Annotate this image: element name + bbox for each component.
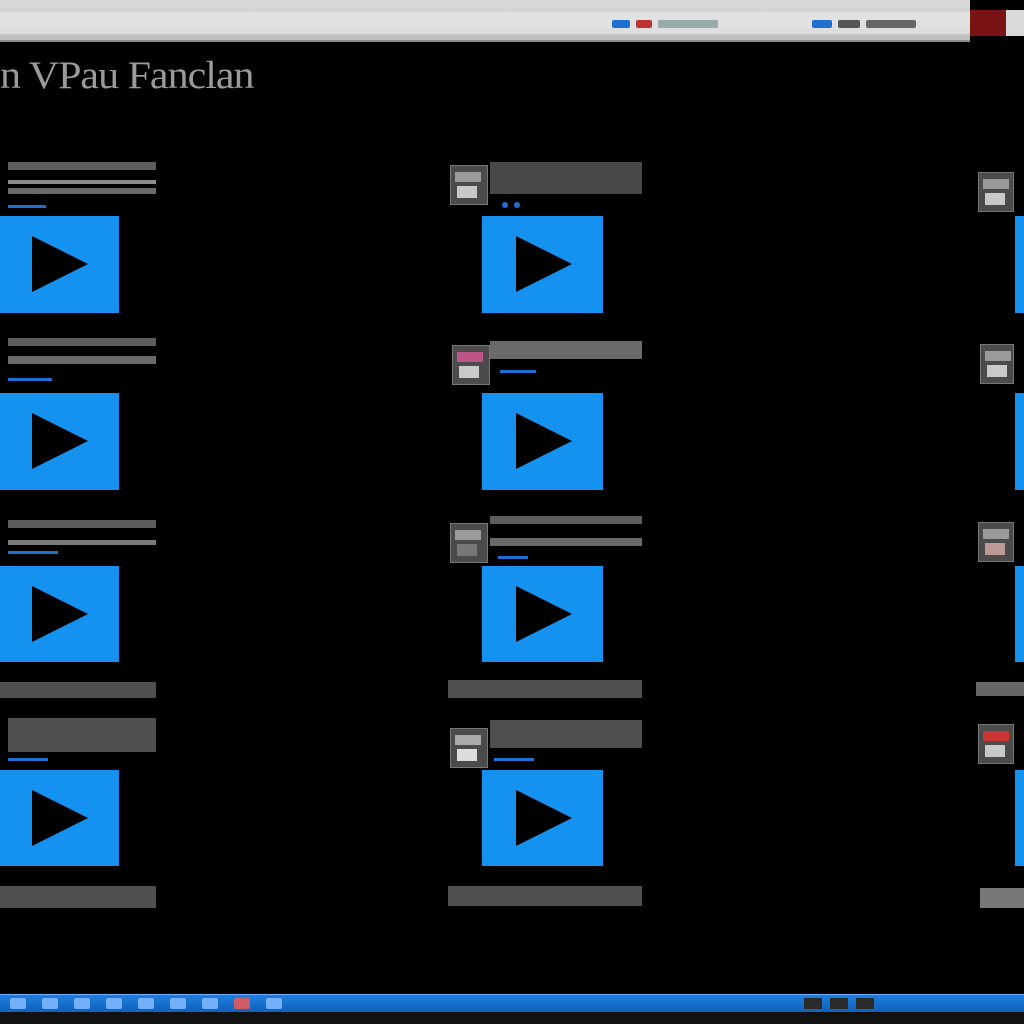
play-button[interactable] [0, 216, 119, 313]
item-title-bar [8, 162, 156, 170]
title-bar-icons [612, 17, 718, 31]
window-icon[interactable] [612, 20, 630, 28]
item-title-bar [8, 520, 156, 528]
clock-icon[interactable] [856, 998, 874, 1009]
status-icons [812, 17, 916, 31]
title-bar [0, 0, 970, 42]
play-button[interactable] [1015, 393, 1024, 490]
play-button[interactable] [0, 770, 119, 866]
volume-icon[interactable] [812, 20, 832, 28]
item-thumbnail[interactable] [450, 165, 488, 205]
close-button[interactable] [970, 10, 1024, 36]
item-progress [8, 378, 52, 381]
item-meta-bar [8, 188, 156, 194]
item-thumbnail[interactable] [450, 728, 488, 768]
item-progress [8, 205, 46, 208]
taskbar-tray [804, 998, 874, 1009]
play-button[interactable] [0, 566, 119, 662]
item-thumbnail[interactable] [980, 344, 1014, 384]
item-progress [500, 370, 536, 373]
play-icon [32, 236, 88, 292]
item-title-bar [490, 162, 642, 194]
item-footer-bar [980, 888, 1024, 908]
item-progress [494, 758, 534, 761]
app-icon[interactable] [202, 998, 218, 1009]
item-footer-bar [0, 682, 156, 698]
taskbar-icons [10, 998, 282, 1009]
play-icon [516, 586, 572, 642]
item-thumbnail[interactable] [978, 522, 1014, 562]
item-title-bar [490, 516, 642, 524]
item-title-bar [490, 341, 642, 359]
item-subtitle-bar [8, 180, 156, 184]
item-progress [8, 758, 48, 761]
battery-icon[interactable] [838, 20, 860, 28]
item-thumbnail[interactable] [450, 523, 488, 563]
bottom-edge [0, 1012, 1024, 1024]
network-icon[interactable] [804, 998, 822, 1009]
play-icon [516, 790, 572, 846]
media-icon[interactable] [106, 998, 122, 1009]
play-button[interactable] [482, 393, 603, 490]
folder-icon[interactable] [636, 20, 652, 28]
app-icon[interactable] [170, 998, 186, 1009]
browser-icon[interactable] [42, 998, 58, 1009]
settings-icon[interactable] [266, 998, 282, 1009]
play-icon [32, 790, 88, 846]
item-footer-bar [448, 886, 642, 906]
play-button[interactable] [0, 393, 119, 490]
item-meta-bar [8, 356, 156, 364]
image-icon[interactable] [234, 998, 250, 1009]
item-title-bar [8, 338, 156, 346]
play-button[interactable] [482, 216, 603, 313]
item-indicators [502, 202, 520, 208]
item-meta-bar [8, 540, 156, 545]
mail-icon[interactable] [138, 998, 154, 1009]
play-button[interactable] [482, 566, 603, 662]
play-icon [32, 586, 88, 642]
item-footer-bar [448, 680, 642, 698]
play-button[interactable] [1015, 770, 1024, 866]
item-progress [8, 551, 58, 554]
app-title: n VPau Fanclan [0, 54, 255, 98]
clock-icon[interactable] [866, 20, 916, 28]
play-button[interactable] [482, 770, 603, 866]
play-button[interactable] [1015, 566, 1024, 662]
start-icon[interactable] [10, 998, 26, 1009]
folder-icon[interactable] [74, 998, 90, 1009]
play-icon [516, 236, 572, 292]
item-footer-bar [976, 682, 1024, 696]
play-icon [32, 413, 88, 469]
volume-icon[interactable] [830, 998, 848, 1009]
item-title-bar [490, 720, 642, 748]
item-thumbnail[interactable] [978, 172, 1014, 212]
item-footer-bar [0, 886, 156, 908]
item-title-bar [8, 718, 156, 752]
play-button[interactable] [1015, 216, 1024, 313]
network-icon[interactable] [658, 20, 718, 28]
item-thumbnail[interactable] [978, 724, 1014, 764]
item-meta-bar [490, 538, 642, 546]
item-thumbnail[interactable] [452, 345, 490, 385]
play-icon [516, 413, 572, 469]
item-progress [498, 556, 528, 559]
taskbar [0, 994, 1024, 1013]
